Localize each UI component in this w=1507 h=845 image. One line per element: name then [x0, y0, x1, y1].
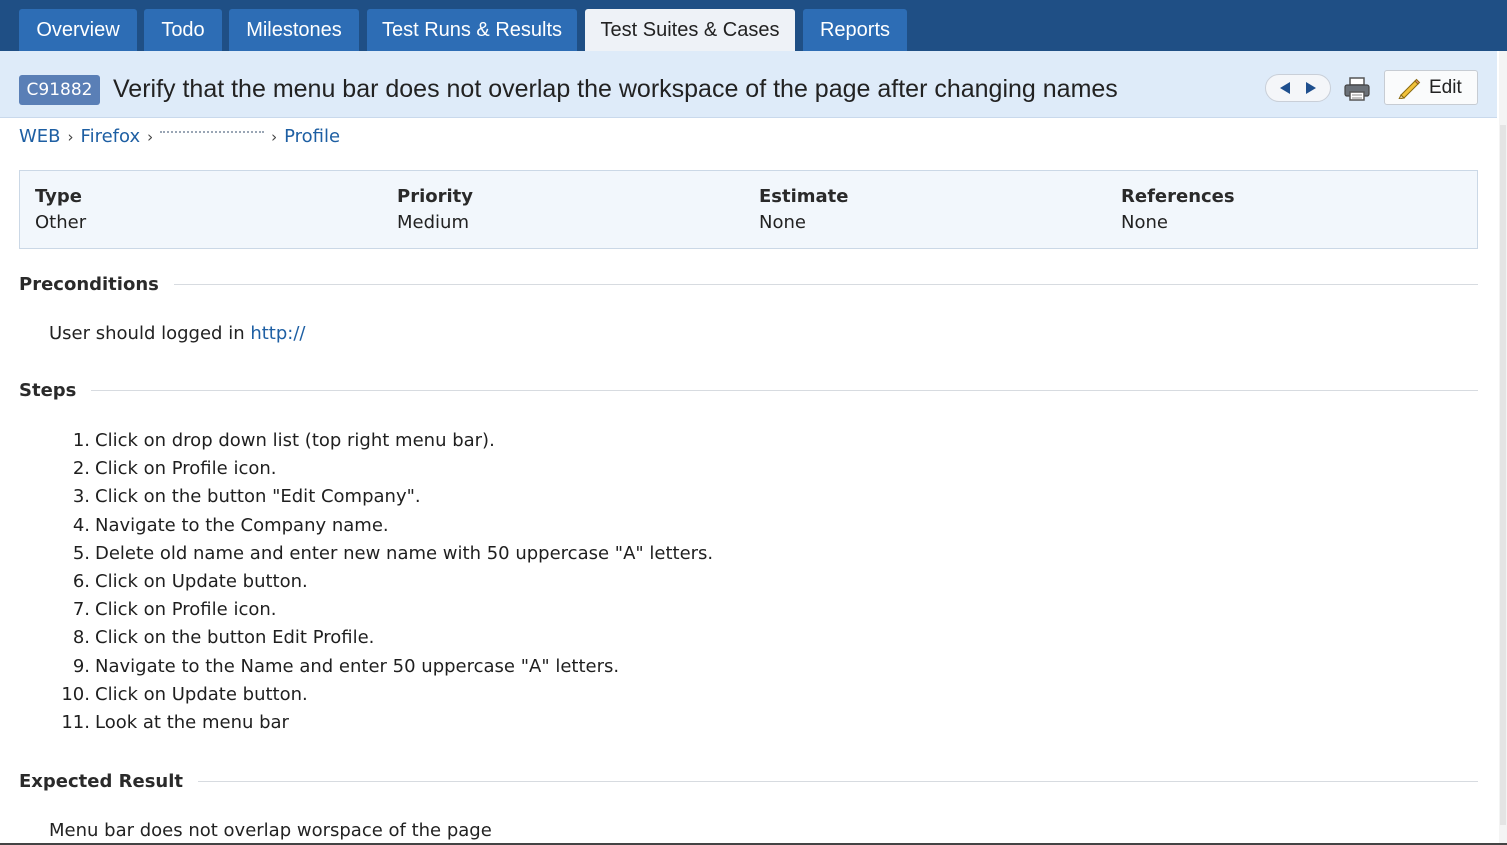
preconditions-description: User should logged in	[49, 323, 245, 344]
list-item: 1. Click on drop down list (top right men…	[72, 430, 495, 451]
chevron-right-icon[interactable]	[1306, 82, 1316, 94]
tab-test-runs-results[interactable]: Test Runs & Results	[367, 9, 577, 51]
breadcrumb-web[interactable]: WEB	[19, 126, 61, 147]
preconditions-heading: Preconditions	[19, 274, 1478, 295]
edit-button[interactable]: Edit	[1384, 70, 1478, 105]
breadcrumb-firefox[interactable]: Firefox	[81, 126, 141, 147]
list-item: 11. Look at the menu bar	[61, 712, 289, 734]
list-item: 5. Delete old name and enter new name wit…	[72, 542, 714, 564]
section-divider	[173, 284, 1478, 285]
list-item: 2. Click on Profile icon.	[72, 458, 277, 480]
chevron-left-icon[interactable]	[1280, 82, 1290, 94]
top-navigation: Overview Todo Milestones Test Runs & Res…	[0, 0, 1507, 51]
breadcrumb: WEB › Firefox › › Profile	[19, 126, 340, 147]
field-references-value: None	[1121, 212, 1168, 233]
tab-milestones[interactable]: Milestones	[229, 9, 359, 51]
field-priority-label: Priority	[397, 186, 473, 207]
field-type-label: Type	[35, 186, 82, 207]
list-item: 7. Click on Profile icon.	[72, 599, 277, 621]
list-item: 3. Click on the button "Edit Company".	[72, 486, 421, 508]
expected-result-heading: Expected Result	[19, 771, 1478, 792]
case-fields-box: Type Other Priority Medium Estimate None…	[19, 170, 1478, 249]
tab-test-suites-cases[interactable]: Test Suites & Cases	[585, 9, 795, 51]
preconditions-heading-text: Preconditions	[19, 274, 159, 295]
case-title-bar: C91882 Verify that the menu bar does not…	[0, 51, 1497, 118]
case-id-badge: C91882	[19, 75, 100, 105]
field-priority-value: Medium	[397, 212, 469, 233]
case-navigation	[1265, 74, 1331, 102]
expected-result-heading-text: Expected Result	[19, 771, 184, 792]
field-references: References None	[1121, 185, 1235, 237]
field-estimate-label: Estimate	[759, 186, 849, 207]
chevron-right-icon: ›	[147, 128, 154, 146]
chevron-right-icon: ›	[67, 128, 74, 146]
list-item: 6. Click on Update button.	[72, 571, 308, 593]
page-title: Verify that the menu bar does not overla…	[113, 75, 1118, 103]
field-type: Type Other	[35, 185, 86, 237]
expected-result-text: Menu bar does not overlap worspace of th…	[49, 820, 492, 841]
field-type-value: Other	[35, 212, 87, 233]
print-button[interactable]	[1342, 75, 1372, 103]
section-divider	[91, 390, 1478, 391]
steps-list: 1. Click on drop down list (top right men…	[50, 427, 713, 737]
list-item: 10. Click on Update button.	[61, 683, 308, 705]
pencil-icon	[1398, 78, 1421, 99]
chevron-right-icon: ›	[271, 128, 278, 146]
list-item: 9. Navigate to the Name and enter 50 uppe…	[72, 655, 620, 677]
edit-button-label: Edit	[1429, 76, 1462, 98]
steps-heading: Steps	[19, 380, 1478, 401]
tab-reports[interactable]: Reports	[803, 9, 907, 51]
breadcrumb-profile[interactable]: Profile	[284, 126, 340, 147]
field-priority: Priority Medium	[397, 185, 473, 237]
list-item: 4. Navigate to the Company name.	[72, 514, 389, 536]
field-references-label: References	[1121, 186, 1235, 207]
list-item: 8. Click on the button Edit Profile.	[72, 627, 375, 649]
field-estimate: Estimate None	[759, 185, 849, 237]
section-divider	[198, 781, 1478, 782]
printer-icon	[1344, 77, 1370, 101]
field-estimate-value: None	[759, 212, 806, 233]
preconditions-link[interactable]: http://	[250, 323, 305, 344]
preconditions-text: User should logged in http://	[49, 323, 306, 344]
tab-overview[interactable]: Overview	[19, 9, 137, 51]
redacted-breadcrumb-item	[160, 131, 265, 145]
steps-heading-text: Steps	[19, 380, 77, 401]
scrollbar-thumb[interactable]	[1500, 125, 1506, 825]
tab-todo[interactable]: Todo	[144, 9, 222, 51]
